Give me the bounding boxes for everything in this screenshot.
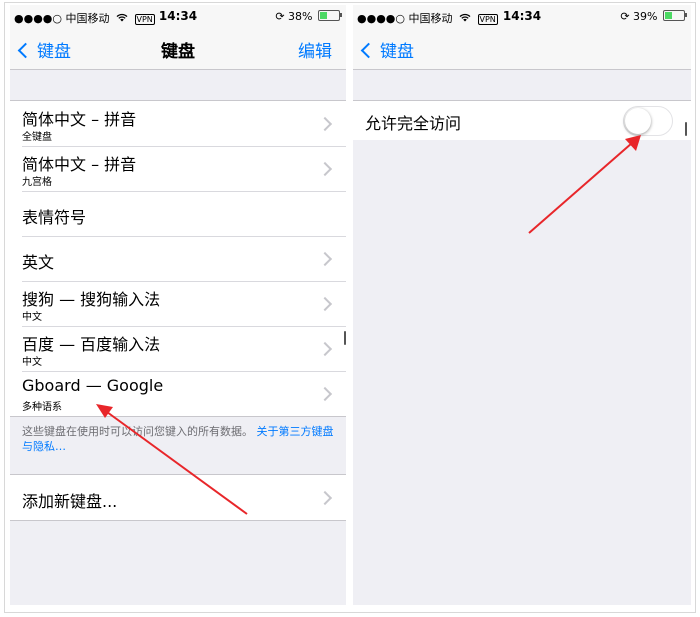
toggle-knob bbox=[625, 108, 651, 134]
keyboard-title: 百度 — 百度输入法 bbox=[22, 335, 161, 354]
keyboard-subtitle: 九宫格 bbox=[22, 177, 52, 188]
add-keyboard-group: 添加新键盘... bbox=[10, 474, 346, 521]
keyboard-row-english[interactable]: 英文 bbox=[10, 236, 346, 281]
keyboard-title: 搜狗 — 搜狗输入法 bbox=[22, 290, 161, 309]
battery-level bbox=[320, 12, 327, 19]
keyboard-subtitle: 全键盘 bbox=[22, 132, 52, 143]
keyboard-row-sogou[interactable]: 搜狗 — 搜狗输入法 中文 bbox=[10, 281, 346, 326]
nav-bar: 键盘 bbox=[353, 27, 691, 70]
back-button[interactable]: 键盘 bbox=[357, 37, 414, 62]
keyboard-subtitle: 中文 bbox=[22, 312, 42, 323]
keyboard-subtitle: 中文 bbox=[22, 357, 42, 368]
keyboard-subtitle: 多种语系 bbox=[22, 402, 62, 413]
add-keyboard-label: 添加新键盘... bbox=[22, 492, 118, 511]
rotation-lock-icon: ⟳ bbox=[620, 10, 630, 23]
battery-icon bbox=[663, 10, 687, 21]
scroll-indicator bbox=[685, 122, 687, 136]
edit-button[interactable]: 编辑 bbox=[298, 37, 332, 62]
chevron-right-icon bbox=[317, 251, 333, 267]
battery-icon bbox=[318, 10, 342, 21]
full-access-row: 允许完全访问 bbox=[353, 101, 691, 140]
rotation-lock-icon: ⟳ bbox=[275, 10, 285, 23]
status-bar: ●●●●○ 中国移动 VPN 14:34 ⟳ 38% bbox=[10, 5, 346, 27]
full-access-toggle[interactable] bbox=[623, 106, 673, 136]
left-screen: ●●●●○ 中国移动 VPN 14:34 ⟳ 38% 键盘 键盘 编辑 简体中文… bbox=[10, 5, 346, 605]
page-title: 键盘 bbox=[161, 42, 195, 62]
back-label: 键盘 bbox=[380, 42, 414, 62]
keyboard-title: 简体中文 – 拼音 bbox=[22, 155, 137, 174]
keyboard-title: 英文 bbox=[22, 253, 55, 272]
status-bar: ●●●●○ 中国移动 VPN 14:34 ⟳ 39% bbox=[353, 5, 691, 27]
full-access-label: 允许完全访问 bbox=[365, 114, 462, 133]
keyboard-list: 简体中文 – 拼音 全键盘 简体中文 – 拼音 九宫格 表情符号 英文 搜狗 —… bbox=[10, 100, 346, 417]
keyboard-title: Gboard — Google bbox=[22, 376, 164, 395]
chevron-right-icon bbox=[317, 341, 333, 357]
nav-bar: 键盘 键盘 编辑 bbox=[10, 27, 346, 70]
battery-percent: 39% bbox=[633, 10, 658, 23]
battery-percent: 38% bbox=[288, 10, 313, 23]
keyboard-title: 表情符号 bbox=[22, 208, 87, 227]
chevron-right-icon bbox=[317, 116, 333, 132]
add-keyboard-row[interactable]: 添加新键盘... bbox=[10, 475, 346, 520]
chevron-left-icon bbox=[360, 42, 377, 59]
keyboard-row-baidu[interactable]: 百度 — 百度输入法 中文 bbox=[10, 326, 346, 371]
footer-text: 这些键盘在使用时可以访问您键入的所有数据。 bbox=[22, 425, 253, 438]
chevron-right-icon bbox=[317, 296, 333, 312]
chevron-right-icon bbox=[317, 161, 333, 177]
keyboard-title: 简体中文 – 拼音 bbox=[22, 110, 137, 129]
battery-level bbox=[665, 12, 672, 19]
right-screen: ●●●●○ 中国移动 VPN 14:34 ⟳ 39% 键盘 允许完全访问 bbox=[353, 5, 691, 605]
keyboard-row-gboard[interactable]: Gboard — Google 多种语系 bbox=[10, 371, 346, 416]
scroll-indicator bbox=[344, 331, 346, 345]
chevron-right-icon bbox=[317, 490, 333, 506]
keyboard-row-pinyin-9key[interactable]: 简体中文 – 拼音 九宫格 bbox=[10, 146, 346, 191]
privacy-footer: 这些键盘在使用时可以访问您键入的所有数据。 关于第三方键盘与隐私… bbox=[22, 424, 336, 454]
keyboard-row-emoji[interactable]: 表情符号 bbox=[10, 191, 346, 236]
chevron-right-icon bbox=[317, 386, 333, 402]
full-access-group: 允许完全访问 bbox=[353, 100, 691, 140]
keyboard-row-pinyin-full[interactable]: 简体中文 – 拼音 全键盘 bbox=[10, 101, 346, 146]
